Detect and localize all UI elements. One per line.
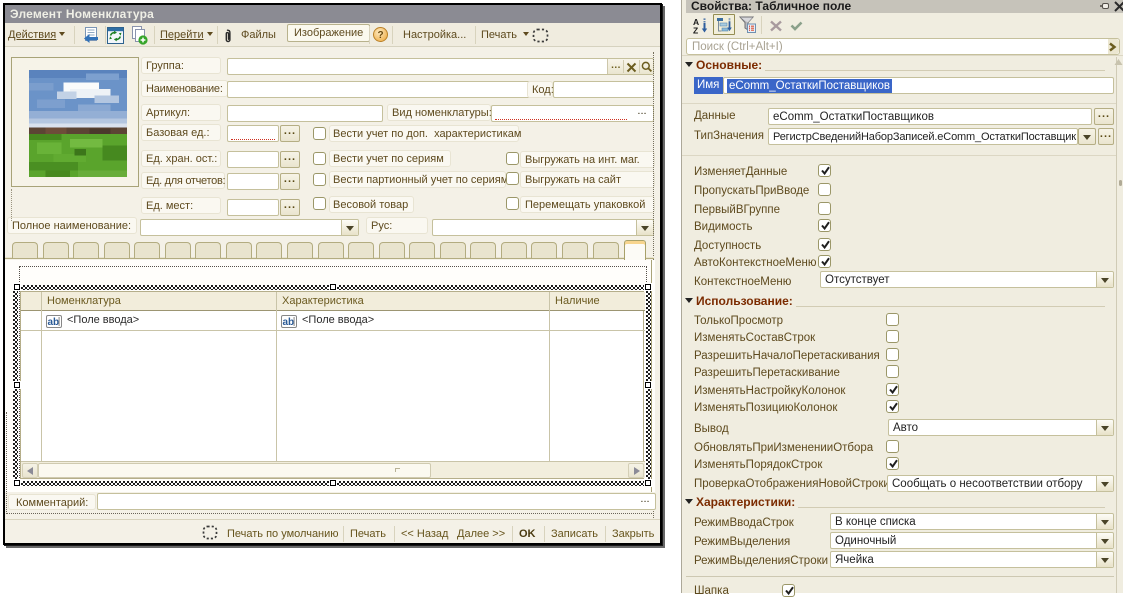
svg-text:?: ? xyxy=(377,30,383,41)
svg-text:ab: ab xyxy=(48,317,60,328)
svg-text:Z: Z xyxy=(693,26,698,35)
svg-text:ab: ab xyxy=(283,317,295,328)
